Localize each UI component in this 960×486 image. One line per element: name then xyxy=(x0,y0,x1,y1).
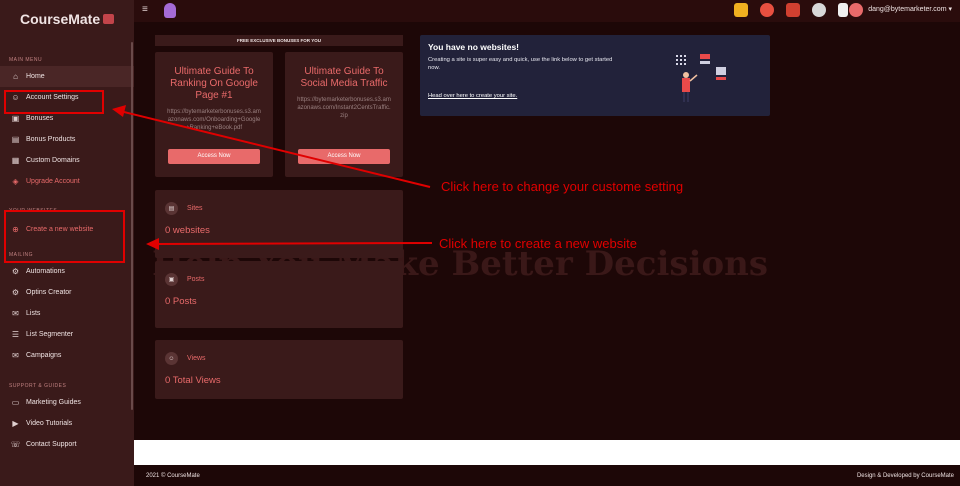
person-icon[interactable] xyxy=(760,3,774,17)
bonus-card: Ultimate Guide To Social Media Traffic h… xyxy=(285,52,403,177)
sidebar-item-label: Automations xyxy=(26,268,65,275)
avatar[interactable] xyxy=(849,3,863,17)
stat-card-posts: ▣ Posts 0 Posts xyxy=(155,261,403,328)
user-icon: ☺ xyxy=(165,352,178,365)
sidebar-item-list-segmenter[interactable]: ☰ List Segmenter xyxy=(0,324,134,345)
bonus-url[interactable]: https://bytemarketerbonuses.s3.amazonaws… xyxy=(155,108,273,142)
bonus-title: Ultimate Guide To Ranking On Google Page… xyxy=(170,66,258,101)
video-icon: ▶ xyxy=(12,419,19,428)
footer: 2021 © CourseMate Design & Developed by … xyxy=(134,465,960,486)
sidebar-item-label: Home xyxy=(26,73,45,80)
box-icon: ▤ xyxy=(11,135,20,144)
bonus-title: Ultimate Guide To Social Media Traffic xyxy=(300,66,388,89)
sidebar-item-lists[interactable]: ✉ Lists xyxy=(0,303,134,324)
user-email-text: dang@bytemarketer.com xyxy=(868,6,947,13)
gift-icon: ▣ xyxy=(11,114,20,123)
sidebar-item-bonus-products[interactable]: ▤ Bonus Products xyxy=(0,129,134,150)
home-icon: ⌂ xyxy=(13,72,18,81)
create-site-link[interactable]: Head over here to create your site. xyxy=(428,93,517,99)
sidebar-item-label: List Segmenter xyxy=(26,331,74,338)
sidebar-item-video-tutorials[interactable]: ▶ Video Tutorials xyxy=(0,413,134,434)
sidebar-item-marketing-guides[interactable]: ▭ Marketing Guides xyxy=(0,392,134,413)
guide-icon: ▭ xyxy=(11,398,20,407)
sidebar-item-automations[interactable]: ⚙ Automations xyxy=(0,261,134,282)
brand-logo[interactable]: CourseMate xyxy=(0,0,134,38)
stat-value: 0 Total Views xyxy=(165,375,221,386)
brand-name: CourseMate xyxy=(20,11,101,27)
section-main-menu: MAIN MENU xyxy=(9,57,43,63)
no-websites-title: You have no websites! xyxy=(428,42,520,52)
sidebar-item-label: Marketing Guides xyxy=(26,399,81,406)
footer-copyright: 2021 © CourseMate xyxy=(146,473,200,479)
sidebar-item-label: Lists xyxy=(26,310,41,317)
bonus-header: FREE EXCLUSIVE BONUSES FOR YOU xyxy=(155,35,403,46)
sidebar-item-label: Bonus Products xyxy=(26,136,76,143)
mail-icon: ✉ xyxy=(12,351,19,360)
bonus-url[interactable]: https://bytemarketerbonuses.s3.amazonaws… xyxy=(285,96,403,130)
highlight-create-website xyxy=(4,210,125,263)
user-email[interactable]: dang@bytemarketer.com ▾ xyxy=(868,5,952,13)
section-support-guides: SUPPORT & GUIDES xyxy=(9,383,67,389)
domain-icon: ▦ xyxy=(11,156,20,165)
post-icon: ▣ xyxy=(165,273,178,286)
sidebar-item-custom-domains[interactable]: ▦ Custom Domains xyxy=(0,150,134,171)
sidebar-item-label: Campaigns xyxy=(26,352,62,359)
sidebar-item-label: Optins Creator xyxy=(26,289,72,296)
sidebar-item-campaigns[interactable]: ✉ Campaigns xyxy=(0,345,134,366)
website-illustration-icon xyxy=(676,54,726,102)
stat-label: Views xyxy=(187,355,206,362)
footer-credit: Design & Developed by CourseMate xyxy=(856,473,954,479)
highlight-account-settings xyxy=(4,90,104,114)
bonus-card: Ultimate Guide To Ranking On Google Page… xyxy=(155,52,273,177)
layers-icon: ▤ xyxy=(165,202,178,215)
sidebar-item-label: Contact Support xyxy=(26,441,77,448)
sidebar-item-label: Video Tutorials xyxy=(26,420,73,427)
stat-card-views: ☺ Views 0 Total Views xyxy=(155,340,403,399)
gear-icon: ⚙ xyxy=(11,267,20,276)
list-icon: ☰ xyxy=(11,330,20,339)
sidebar-item-home[interactable]: ⌂ Home xyxy=(0,66,134,87)
content-bottom-band xyxy=(134,440,960,465)
topbar-icons xyxy=(734,3,848,17)
topbar: ≡ dang@bytemarketer.com ▾ xyxy=(134,0,960,22)
trophy-icon[interactable] xyxy=(164,3,176,18)
no-websites-panel: You have no websites! Creating a site is… xyxy=(420,35,770,116)
gear-icon: ⚙ xyxy=(11,288,20,297)
stat-label: Posts xyxy=(187,276,205,283)
award-icon[interactable] xyxy=(838,3,848,17)
sidebar-scrollbar[interactable] xyxy=(131,42,133,410)
sidebar-item-optins-creator[interactable]: ⚙ Optins Creator xyxy=(0,282,134,303)
access-now-button[interactable]: Access Now xyxy=(168,149,260,164)
sidebar-item-label: Custom Domains xyxy=(26,157,80,164)
no-websites-text: Creating a site is super easy and quick,… xyxy=(428,57,613,71)
stat-value: 0 websites xyxy=(165,225,210,236)
shield-icon: ◈ xyxy=(12,177,19,186)
film-icon[interactable] xyxy=(786,3,800,17)
annotation-settings-text: Click here to change your custome settin… xyxy=(441,179,684,194)
access-now-button[interactable]: Access Now xyxy=(298,149,390,164)
sidebar-item-upgrade-account[interactable]: ◈ Upgrade Account xyxy=(0,171,134,192)
brand-icon xyxy=(103,14,115,24)
sidebar-item-contact-support[interactable]: ☏ Contact Support xyxy=(0,434,134,455)
stat-value: 0 Posts xyxy=(165,296,197,307)
headset-icon: ☏ xyxy=(10,440,21,449)
stat-card-sites: ▤ Sites 0 websites xyxy=(155,190,403,258)
sidebar-item-label: Upgrade Account xyxy=(26,178,80,185)
stat-label: Sites xyxy=(187,205,203,212)
sidebar-item-label: Bonuses xyxy=(26,115,54,122)
annotation-website-text: Click here to create a new website xyxy=(439,236,637,251)
badge-icon[interactable] xyxy=(812,3,826,17)
hamburger-menu-icon[interactable]: ≡ xyxy=(142,4,148,15)
popcorn-icon[interactable] xyxy=(734,3,748,17)
mail-icon: ✉ xyxy=(12,309,19,318)
